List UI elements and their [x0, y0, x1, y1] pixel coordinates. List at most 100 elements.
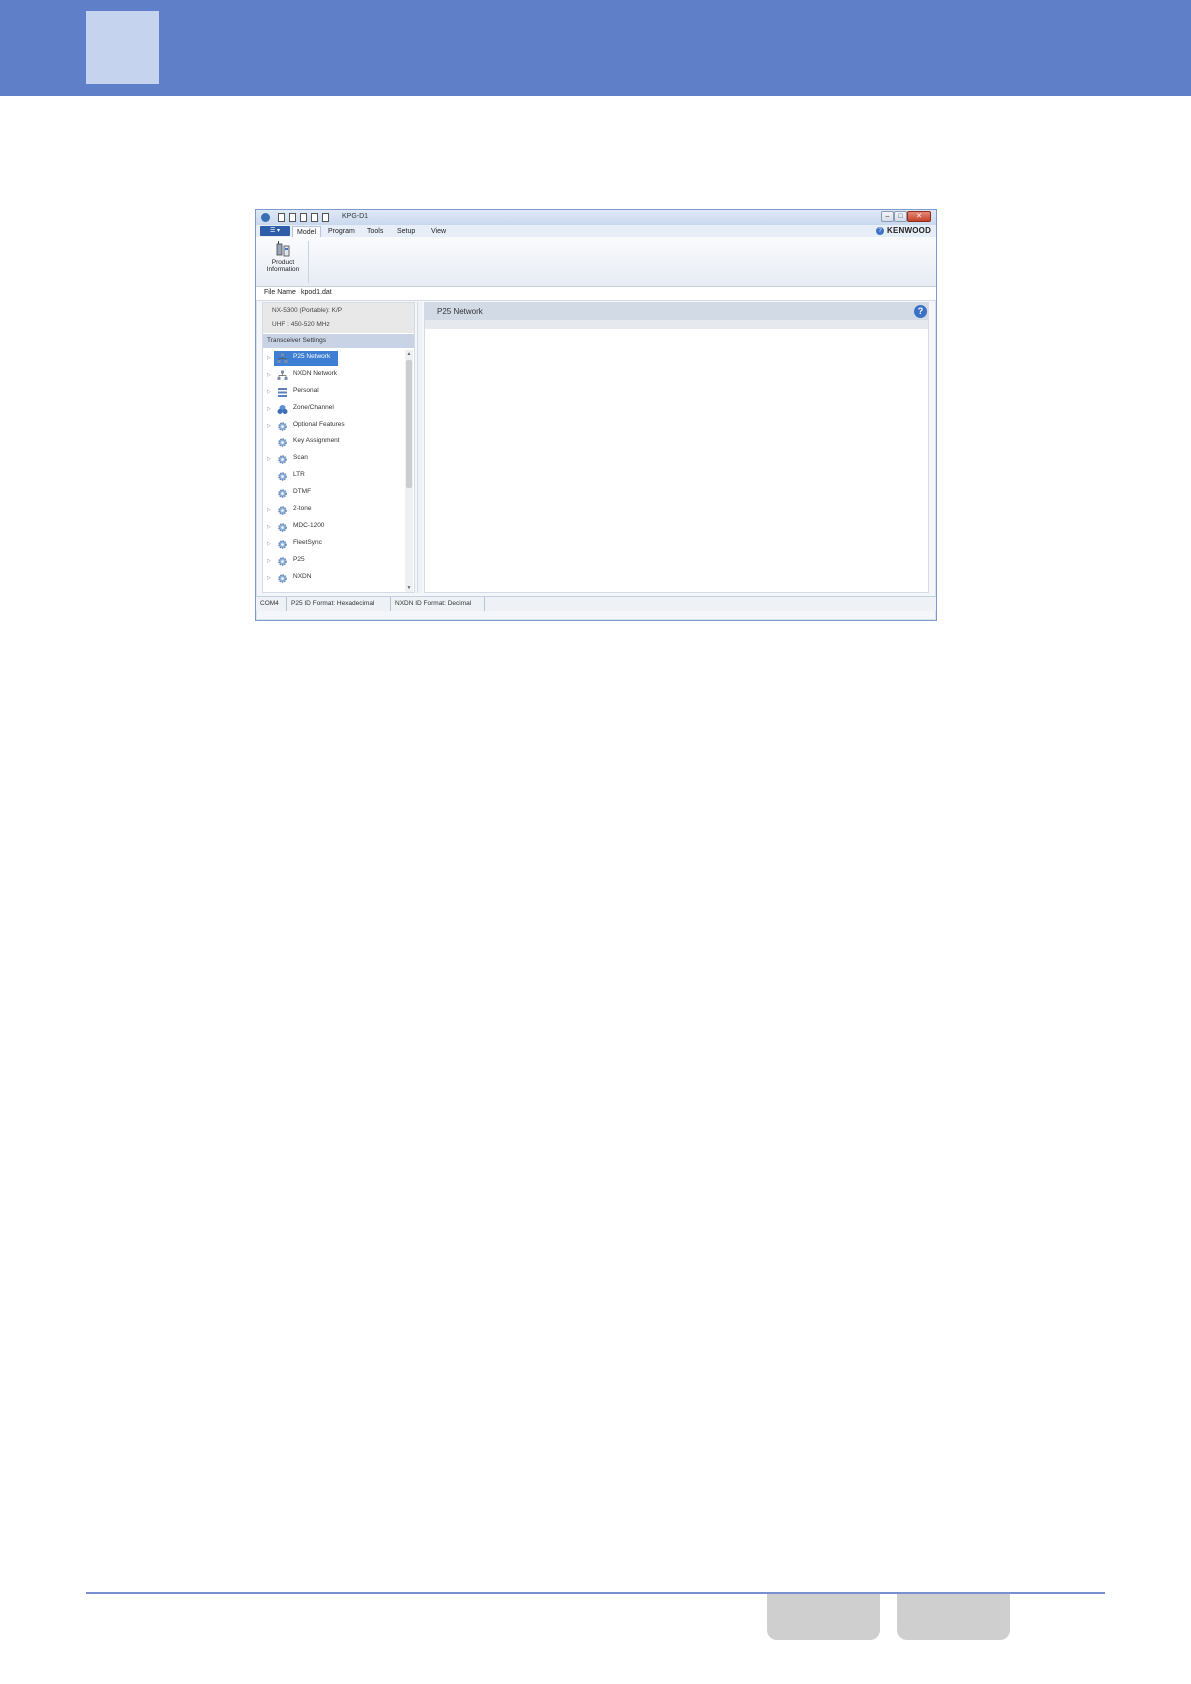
status-p25-id-format: P25 ID Format: Hexadecimal [287, 597, 391, 611]
gear-icon [277, 539, 288, 550]
frequency-band: UHF : 450-520 MHz [272, 321, 330, 328]
kenwood-logo: KENWOOD [887, 226, 932, 235]
gear-icon [277, 488, 288, 499]
content-header: P25 Network ? [425, 303, 928, 320]
expand-arrow-icon[interactable]: ▷ [267, 575, 271, 581]
tree-item[interactable]: DTMF [263, 485, 405, 502]
expand-arrow-icon[interactable]: ▷ [267, 541, 271, 547]
help-circle-icon[interactable]: ? [914, 305, 927, 318]
help-icon[interactable]: ? [876, 227, 884, 235]
product-information-button[interactable]: Product Information [260, 239, 306, 283]
expand-arrow-icon[interactable]: ▷ [267, 524, 271, 530]
tree-scrollbar[interactable]: ▲ ▼ [405, 350, 413, 592]
tree-item[interactable]: ▷ P25 Network [263, 350, 405, 367]
scroll-up-arrow[interactable]: ▲ [405, 350, 413, 358]
maximize-button[interactable]: □ [894, 211, 907, 222]
product-info-label-line2: Information [266, 266, 300, 273]
status-nxdn-id-format: NXDN ID Format: Decimal [391, 597, 485, 611]
title-bar: KPG-D1 – □ ✕ [256, 210, 936, 225]
list-icon [277, 387, 288, 398]
tree-item-label: Optional Features [293, 420, 345, 428]
scroll-down-arrow[interactable]: ▼ [405, 584, 413, 592]
expand-arrow-icon[interactable]: ▷ [267, 507, 271, 513]
tree-item-label: P25 Network [293, 353, 331, 360]
application-menu-button[interactable]: ☰ ▾ [260, 226, 290, 236]
expand-arrow-icon[interactable]: ▷ [267, 423, 271, 429]
window-title: KPG-D1 [342, 213, 369, 220]
model-name: NX-5300 (Portable): K/P [272, 307, 343, 314]
kpg-application-window: KPG-D1 – □ ✕ ☰ ▾ Model Program Tools Set… [255, 209, 937, 621]
product-info-label-line1: Product [271, 259, 295, 266]
gear-icon [277, 421, 288, 432]
tree-item-label: 2-tone [293, 505, 312, 513]
file-name-label: File Name [264, 289, 296, 296]
tree-item[interactable]: Key Assignment [263, 434, 405, 451]
expand-arrow-icon[interactable]: ▷ [267, 372, 271, 378]
tree-item[interactable]: ▷ FleetSync [263, 536, 405, 553]
scroll-thumb[interactable] [406, 360, 412, 488]
gear-icon [277, 471, 288, 482]
tree-item-label: NXDN Network [293, 369, 338, 377]
next-page-button[interactable] [897, 1594, 1010, 1640]
content-subheader [425, 320, 928, 329]
expand-arrow-icon[interactable]: ▷ [267, 406, 271, 412]
tree-item-label: FleetSync [293, 538, 322, 546]
minimize-button[interactable]: – [881, 211, 894, 222]
previous-page-button[interactable] [767, 1594, 880, 1640]
zone-icon [277, 404, 288, 415]
tree-item-label: Personal [293, 386, 319, 394]
network-icon [277, 370, 288, 381]
tree-item-label: P25 [293, 555, 305, 563]
tab-model[interactable]: Model [292, 226, 322, 237]
close-button[interactable]: ✕ [907, 211, 931, 222]
pane-splitter[interactable] [417, 302, 422, 593]
tree-item-label: MDC-1200 [293, 521, 325, 529]
content-title: P25 Network [437, 307, 483, 316]
read-radio-icon[interactable] [311, 213, 318, 222]
network-icon [277, 353, 288, 364]
app-icon[interactable] [261, 213, 270, 222]
tree-item[interactable]: ▷ NXDN Network [263, 367, 405, 384]
save-icon[interactable] [300, 213, 307, 222]
tab-setup[interactable]: Setup [393, 226, 419, 237]
file-name-value: kpod1.dat [301, 289, 332, 296]
status-bar: COM4 P25 ID Format: Hexadecimal NXDN ID … [256, 596, 936, 611]
gear-icon [277, 437, 288, 448]
tree-item[interactable]: ▷ MDC-1200 [263, 519, 405, 536]
tree-item[interactable]: ▷ Optional Features [263, 418, 405, 435]
tree-item[interactable]: ▷ Zone/Channel [263, 401, 405, 418]
expand-arrow-icon[interactable]: ▷ [267, 389, 271, 395]
page-header-bar [0, 0, 1191, 96]
ribbon: Product Information [256, 237, 936, 287]
new-file-icon[interactable] [278, 213, 285, 222]
tree-item[interactable]: LTR [263, 468, 405, 485]
tree-item[interactable]: ▷ Personal [263, 384, 405, 401]
tree-item[interactable]: ▷ NXDN [263, 570, 405, 587]
transceiver-settings-header: Transceiver Settings [263, 334, 414, 348]
tree-item[interactable]: ▷ 2-tone [263, 502, 405, 519]
model-info-panel: NX-5300 (Portable): K/P UHF : 450-520 MH… [263, 303, 414, 333]
expand-arrow-icon[interactable]: ▷ [267, 355, 271, 361]
tree-item[interactable]: ▷ Scan [263, 451, 405, 468]
gear-icon [277, 454, 288, 465]
expand-arrow-icon[interactable]: ▷ [267, 456, 271, 462]
write-radio-icon[interactable] [322, 213, 329, 222]
tree-item-label: Zone/Channel [293, 403, 334, 411]
gear-icon [277, 573, 288, 584]
expand-arrow-icon[interactable]: ▷ [267, 558, 271, 564]
tab-program[interactable]: Program [324, 226, 359, 237]
open-folder-icon[interactable] [289, 213, 296, 222]
file-name-bar: File Name kpod1.dat [256, 287, 936, 301]
gear-icon [277, 522, 288, 533]
tree-item-label: LTR [293, 471, 305, 479]
radio-info-icon [276, 241, 290, 257]
tree-item-label: DTMF [293, 488, 312, 496]
tree-item[interactable]: ▷ P25 [263, 553, 405, 570]
content-pane: P25 Network ? [424, 302, 929, 593]
gear-icon [277, 556, 288, 567]
gear-icon [277, 505, 288, 516]
settings-tree: ▷ P25 Network ▷ NXDN Network ▷ Personal ▷ Zone/… [263, 350, 405, 586]
tab-tools[interactable]: Tools [363, 226, 387, 237]
tab-view[interactable]: View [427, 226, 450, 237]
status-com-port: COM4 [256, 597, 287, 611]
